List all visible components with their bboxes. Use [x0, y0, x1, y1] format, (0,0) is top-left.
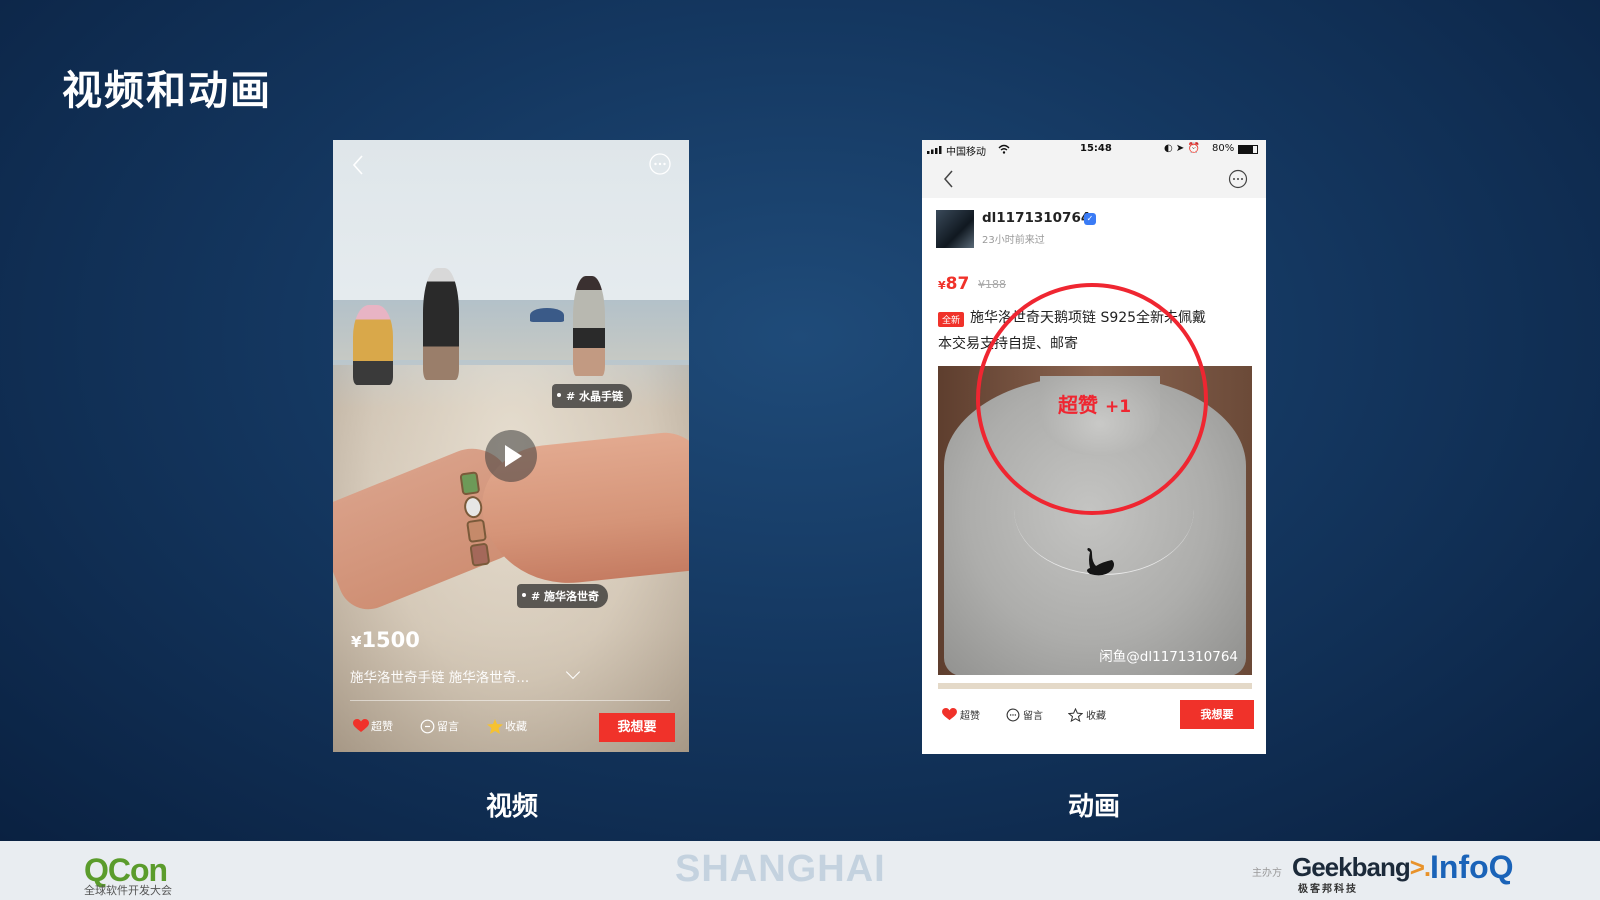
nav-bar [922, 160, 1266, 198]
host-label: 主办方 [1252, 868, 1282, 879]
city-label: SHANGHAI [675, 848, 886, 890]
heart-icon [942, 708, 957, 721]
infoq-logo: InfoQ [1430, 849, 1514, 885]
back-chevron-icon[interactable] [942, 169, 954, 189]
superlike-animation-text: 超赞 +1 [1058, 393, 1132, 417]
back-chevron-icon[interactable] [351, 154, 365, 180]
comment-button[interactable]: 留言 [420, 718, 459, 734]
caption-video: 视频 [486, 792, 539, 822]
beach-person [353, 305, 393, 385]
favorite-button[interactable]: 收藏 [487, 718, 527, 734]
heart-icon [353, 719, 369, 732]
status-icons: ◐ ➤ ⏰ [1164, 143, 1200, 154]
image-bottom-strip [938, 683, 1252, 689]
swan-pendant-icon [1087, 548, 1114, 576]
video-price: ¥1500 [351, 628, 420, 652]
want-button[interactable]: 我想要 [1180, 700, 1254, 729]
watermark: 闲鱼@dl1171310764 [1099, 649, 1238, 665]
product-tag[interactable]: # 施华洛世奇 [517, 584, 609, 608]
comment-icon [1006, 708, 1020, 721]
beach-person [573, 276, 605, 376]
star-icon [487, 718, 503, 734]
seller-last-seen: 23小时前来过 [982, 235, 1045, 246]
geekbang-subtitle: 极客邦科技 [1298, 884, 1358, 895]
wifi-icon [998, 144, 1010, 154]
like-button[interactable]: 超赞 [353, 718, 393, 734]
geekbang-logo: Geekbang>. [1292, 852, 1431, 882]
like-button[interactable]: 超赞 [942, 707, 980, 722]
comment-button[interactable]: 留言 [1006, 707, 1043, 722]
status-bar: 中国移动 15:48 ◐ ➤ ⏰ 80% [922, 140, 1266, 160]
status-time: 15:48 [1080, 143, 1112, 154]
beach-umbrella [530, 308, 564, 322]
seller-name[interactable]: dl1171310764 [982, 210, 1090, 226]
video-phone: # 水晶手链 # 施华洛世奇 ¥1500 施华洛世奇手链 施华洛世奇... 超赞… [333, 140, 689, 752]
avatar[interactable] [936, 210, 974, 248]
slide: 视频和动画 # 水晶手链 # 施华洛世奇 ¥1500 施华洛世奇手链 施华洛世奇… [0, 0, 1600, 841]
battery-percent: 80% [1212, 143, 1235, 154]
slide-title: 视频和动画 [62, 68, 272, 114]
comment-icon [420, 719, 435, 733]
battery-icon [1238, 145, 1258, 154]
verified-badge-icon: ✓ [1084, 213, 1096, 225]
item-price: ¥87 [938, 274, 970, 294]
signal-icon [927, 146, 942, 154]
caption-animation: 动画 [1068, 792, 1121, 822]
product-tag[interactable]: # 水晶手链 [552, 384, 633, 408]
beach-person [423, 268, 459, 380]
play-icon[interactable] [485, 430, 537, 482]
favorite-button[interactable]: 收藏 [1068, 707, 1106, 722]
new-badge: 全新 [938, 312, 965, 327]
original-price: ¥188 [978, 278, 1006, 291]
divider [350, 700, 670, 701]
more-icon[interactable] [648, 152, 672, 180]
video-description: 施华洛世奇手链 施华洛世奇... [350, 670, 530, 686]
carrier: 中国移动 [946, 147, 986, 158]
want-button[interactable]: 我想要 [599, 713, 675, 742]
star-icon [1068, 707, 1083, 722]
animation-phone: 中国移动 15:48 ◐ ➤ ⏰ 80% dl1171310764 ✓ 23小时… [922, 140, 1266, 754]
more-icon[interactable] [1228, 169, 1248, 189]
qcon-subtitle: 全球软件开发大会 [84, 884, 172, 897]
